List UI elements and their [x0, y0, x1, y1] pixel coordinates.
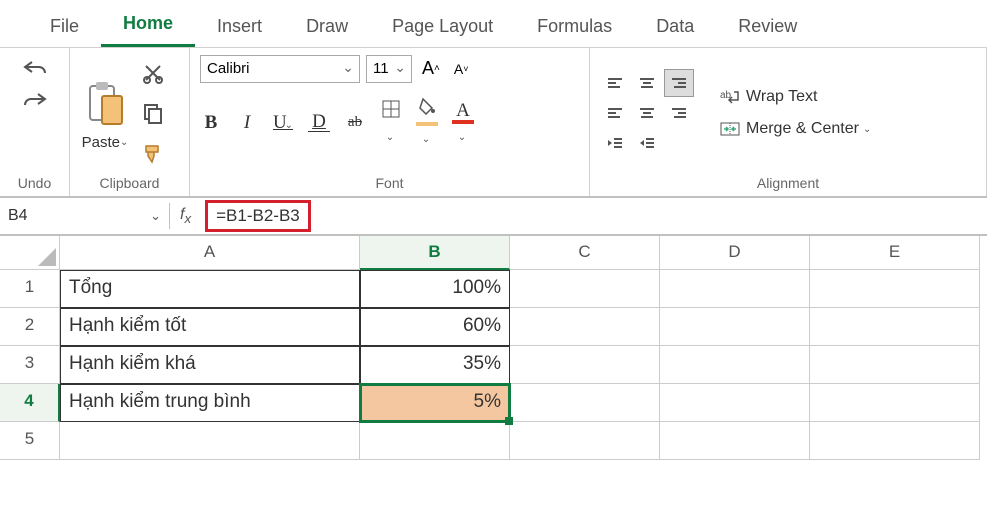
cut-button[interactable]	[138, 58, 168, 88]
font-color-button[interactable]: A⌄	[452, 100, 474, 146]
cell-c3[interactable]	[510, 346, 660, 384]
tab-insert[interactable]: Insert	[195, 8, 284, 47]
tab-draw[interactable]: Draw	[284, 8, 370, 47]
align-mid-center[interactable]	[632, 99, 662, 127]
spreadsheet-grid: A B C D E 1 Tổng 100% 2 Hạnh kiểm tốt 60…	[0, 236, 987, 460]
bold-button[interactable]: B	[200, 112, 222, 134]
cell-a5[interactable]	[60, 422, 360, 460]
cell-a2[interactable]: Hạnh kiểm tốt	[60, 308, 360, 346]
group-label-font: Font	[200, 172, 579, 194]
col-header-b[interactable]: B	[360, 236, 510, 270]
tab-review[interactable]: Review	[716, 8, 819, 47]
select-all-corner[interactable]	[0, 236, 60, 270]
ribbon-tabs: File Home Insert Draw Page Layout Formul…	[0, 0, 987, 48]
cell-b2[interactable]: 60%	[360, 308, 510, 346]
fill-color-button[interactable]: ⌄	[416, 97, 438, 148]
cell-b3[interactable]: 35%	[360, 346, 510, 384]
font-size-select[interactable]	[366, 55, 412, 83]
ribbon: Undo Paste⌄ Clipboard	[0, 48, 987, 198]
cell-d3[interactable]	[660, 346, 810, 384]
formula-bar: B4⌄ fx =B1-B2-B3	[0, 198, 987, 236]
borders-button[interactable]: ⌄	[380, 100, 402, 146]
paste-button[interactable]	[80, 76, 130, 132]
cell-c4[interactable]	[510, 384, 660, 422]
underline-button[interactable]: U⌄	[272, 112, 294, 134]
name-box[interactable]: B4⌄	[0, 203, 170, 229]
formula-input[interactable]: =B1-B2-B3	[205, 200, 311, 232]
align-top-left[interactable]	[600, 69, 630, 97]
cell-e4[interactable]	[810, 384, 980, 422]
strikethrough-button[interactable]: ab	[344, 114, 366, 131]
italic-button[interactable]: I	[236, 112, 258, 134]
cell-e5[interactable]	[810, 422, 980, 460]
tab-page-layout[interactable]: Page Layout	[370, 8, 515, 47]
col-header-a[interactable]: A	[60, 236, 360, 270]
tab-data[interactable]: Data	[634, 8, 716, 47]
alignment-grid	[600, 69, 694, 157]
cell-e3[interactable]	[810, 346, 980, 384]
align-top-center[interactable]	[632, 69, 662, 97]
cell-c2[interactable]	[510, 308, 660, 346]
undo-button[interactable]	[18, 54, 52, 82]
group-label-clipboard: Clipboard	[80, 172, 179, 194]
tab-home[interactable]: Home	[101, 5, 195, 47]
format-painter-button[interactable]	[138, 138, 168, 168]
row-header-5[interactable]: 5	[0, 422, 60, 460]
paste-label[interactable]: Paste⌄	[82, 134, 129, 151]
merge-center-button[interactable]: Merge & Center⌄	[720, 120, 871, 138]
align-top-right[interactable]	[664, 69, 694, 97]
align-mid-right[interactable]	[664, 99, 694, 127]
cell-a1[interactable]: Tổng	[60, 270, 360, 308]
increase-indent[interactable]	[632, 129, 662, 157]
double-underline-button[interactable]: D	[308, 113, 330, 131]
decrease-font-button[interactable]: A˅	[450, 57, 473, 81]
cell-d4[interactable]	[660, 384, 810, 422]
col-header-c[interactable]: C	[510, 236, 660, 270]
cell-a3[interactable]: Hạnh kiểm khá	[60, 346, 360, 384]
cell-b1[interactable]: 100%	[360, 270, 510, 308]
cell-b5[interactable]	[360, 422, 510, 460]
fx-icon[interactable]: fx	[170, 206, 201, 226]
align-mid-left[interactable]	[600, 99, 630, 127]
orientation-button[interactable]	[664, 129, 694, 157]
increase-font-button[interactable]: A˄	[418, 54, 444, 83]
row-header-2[interactable]: 2	[0, 308, 60, 346]
col-header-d[interactable]: D	[660, 236, 810, 270]
cell-d5[interactable]	[660, 422, 810, 460]
col-header-e[interactable]: E	[810, 236, 980, 270]
group-label-undo: Undo	[10, 172, 59, 194]
tab-formulas[interactable]: Formulas	[515, 8, 634, 47]
wrap-text-button[interactable]: ab Wrap Text	[720, 88, 871, 106]
redo-button[interactable]	[18, 86, 52, 114]
row-header-4[interactable]: 4	[0, 384, 60, 422]
cell-d1[interactable]	[660, 270, 810, 308]
font-family-select[interactable]	[200, 55, 360, 83]
cell-e1[interactable]	[810, 270, 980, 308]
row-header-3[interactable]: 3	[0, 346, 60, 384]
tab-file[interactable]: File	[28, 8, 101, 47]
cell-d2[interactable]	[660, 308, 810, 346]
decrease-indent[interactable]	[600, 129, 630, 157]
cell-b4[interactable]: 5%	[360, 384, 510, 422]
row-header-1[interactable]: 1	[0, 270, 60, 308]
cell-c1[interactable]	[510, 270, 660, 308]
cell-c5[interactable]	[510, 422, 660, 460]
cell-e2[interactable]	[810, 308, 980, 346]
group-label-alignment: Alignment	[600, 172, 976, 194]
cell-a4[interactable]: Hạnh kiểm trung bình	[60, 384, 360, 422]
copy-button[interactable]	[138, 98, 168, 128]
